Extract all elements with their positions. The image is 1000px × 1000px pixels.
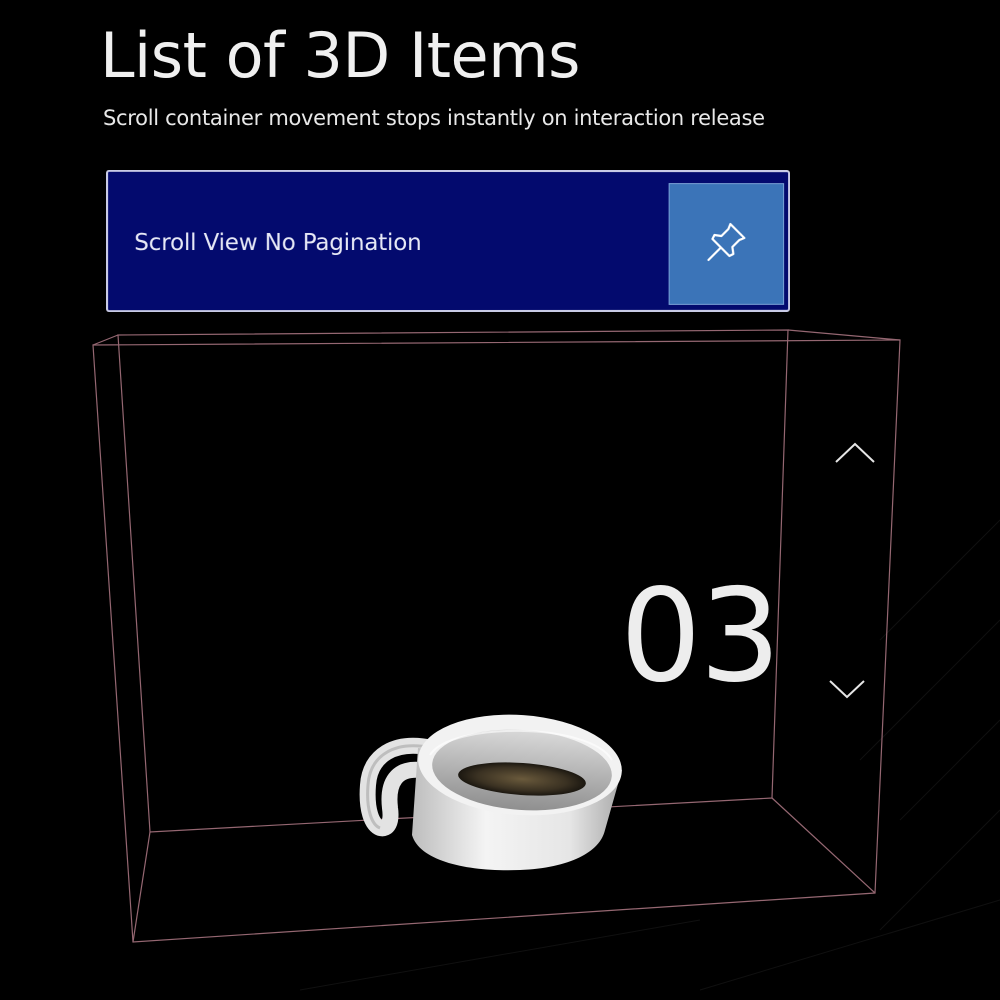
scroll-view-scene <box>0 0 1000 1000</box>
coffee-cup-model[interactable] <box>368 708 626 870</box>
page-subtitle: Scroll container movement stops instantl… <box>103 106 765 130</box>
current-item-number: 03 <box>620 560 779 714</box>
scroll-down-button[interactable] <box>822 674 872 708</box>
scroll-up-button[interactable] <box>830 438 880 472</box>
pin-icon <box>702 218 750 270</box>
scroll-view-titlebar[interactable]: Scroll View No Pagination <box>106 170 790 312</box>
chevron-down-icon <box>827 677 867 705</box>
pin-button[interactable] <box>669 183 784 305</box>
chevron-up-icon <box>833 440 877 470</box>
page-title: List of 3D Items <box>100 22 580 90</box>
titlebar-label: Scroll View No Pagination <box>134 230 421 256</box>
